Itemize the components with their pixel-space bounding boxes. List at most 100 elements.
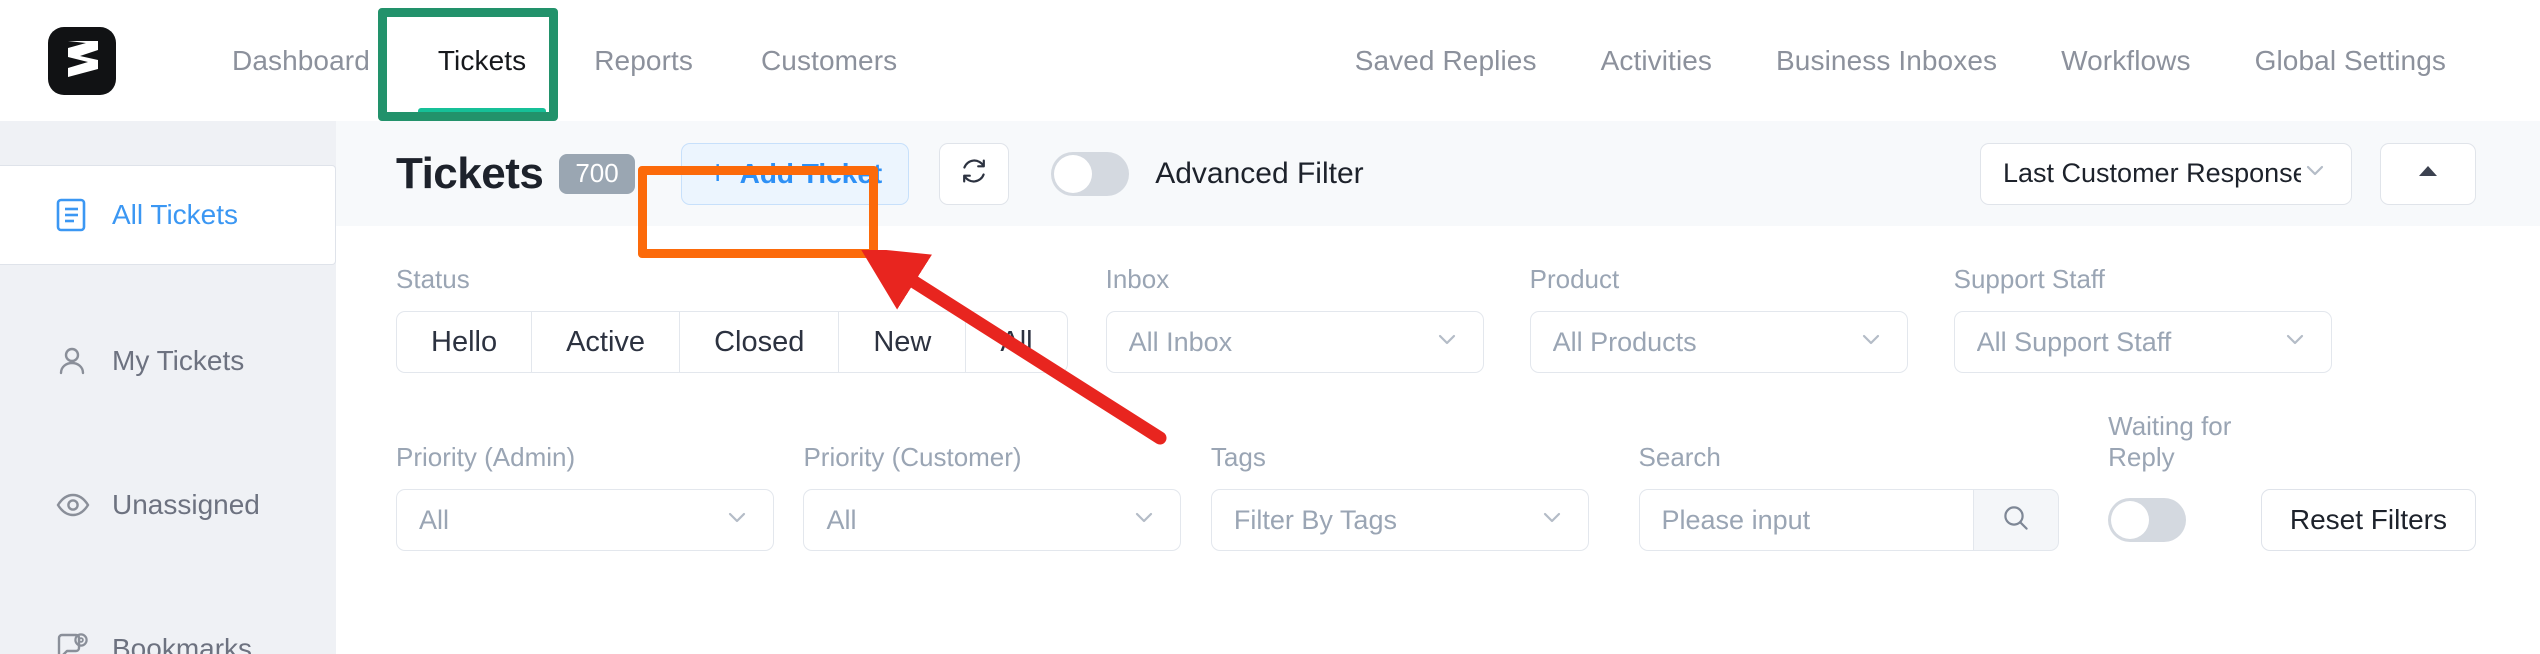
priority-customer-select[interactable]: All (803, 489, 1182, 551)
sidebar-item-unassigned[interactable]: Unassigned (0, 457, 336, 553)
primary-nav-group: Dashboard Tickets Reports Customers (198, 0, 931, 121)
sidebar-item-bookmarks[interactable]: Bookmarks (0, 601, 336, 654)
status-option-all[interactable]: All (965, 311, 1068, 373)
filter-row-2: Priority (Admin) All Priority (Customer) (396, 411, 2476, 551)
sidebar-item-label: Unassigned (112, 489, 260, 520)
nav-item-workflows[interactable]: Workflows (2029, 0, 2223, 121)
caret-up-icon (2415, 161, 2441, 186)
product-label: Product (1529, 264, 1620, 294)
tickets-toolbar: Tickets 700 + Add Ticket Advanced Filter (336, 121, 2540, 226)
reset-wrap: Reset Filters (2260, 489, 2476, 551)
refresh-button[interactable] (939, 142, 1010, 205)
inbox-label: Inbox (1105, 264, 1170, 294)
chevron-down-icon (1538, 503, 1566, 538)
priority-admin-filter: Priority (Admin) All (396, 442, 774, 551)
support-staff-select[interactable]: All Support Staff (1953, 311, 2332, 373)
status-segmented-control: Hello Active Closed New All (396, 311, 1068, 373)
add-ticket-button[interactable]: + Add Ticket (680, 142, 910, 205)
product-filter: Product All Products (1529, 264, 1908, 373)
toggle-knob (1054, 154, 1093, 193)
add-ticket-label: Add Ticket (739, 157, 883, 189)
support-staff-filter: Support Staff All Support Staff (1953, 264, 2332, 373)
sort-by-select[interactable]: Last Customer Response (1980, 142, 2352, 205)
tags-select[interactable]: Filter By Tags (1210, 489, 1589, 551)
sidebar: All Tickets My Tickets Unassigned Bookma… (0, 121, 336, 654)
priority-customer-value: All (826, 504, 857, 535)
status-option-closed[interactable]: Closed (679, 311, 839, 373)
page-body: All Tickets My Tickets Unassigned Bookma… (0, 121, 2540, 654)
app-root: Dashboard Tickets Reports Customers Save… (0, 0, 2540, 654)
top-navigation-bar: Dashboard Tickets Reports Customers Save… (0, 0, 2540, 121)
search-filter: Search (1638, 442, 2059, 551)
inbox-filter: Inbox All Inbox (1105, 264, 1484, 373)
nav-item-activities[interactable]: Activities (1569, 0, 1744, 121)
status-option-active[interactable]: Active (531, 311, 680, 373)
flowdesk-logo-icon (68, 40, 98, 77)
mention-bubble-icon (56, 633, 100, 654)
product-select[interactable]: All Products (1529, 311, 1908, 373)
status-option-hello[interactable]: Hello (396, 311, 532, 373)
sidebar-item-my-tickets[interactable]: My Tickets (0, 313, 336, 409)
chevron-down-icon (1433, 325, 1461, 360)
search-icon (2001, 503, 2031, 538)
sidebar-item-label: My Tickets (112, 345, 245, 376)
secondary-nav-group: Saved Replies Activities Business Inboxe… (1323, 0, 2478, 121)
status-option-new[interactable]: New (838, 311, 966, 373)
nav-item-global-settings[interactable]: Global Settings (2223, 0, 2478, 121)
chevron-down-icon (2301, 156, 2329, 191)
priority-customer-label: Priority (Customer) (803, 442, 1022, 472)
nav-item-tickets[interactable]: Tickets (404, 0, 560, 121)
chevron-down-icon (723, 503, 751, 538)
reset-filters-button[interactable]: Reset Filters (2260, 489, 2476, 551)
advanced-filter-toggle[interactable] (1051, 151, 1130, 196)
inbox-select[interactable]: All Inbox (1105, 311, 1484, 373)
waiting-for-reply-label: Waiting for Reply (2108, 411, 2232, 472)
search-button[interactable] (1972, 489, 2059, 551)
user-icon (56, 345, 100, 377)
refresh-icon (959, 156, 989, 191)
priority-admin-label: Priority (Admin) (396, 442, 576, 472)
priority-admin-select[interactable]: All (396, 489, 774, 551)
status-label: Status (396, 264, 470, 294)
status-filter: Status Hello Active Closed New All (396, 264, 1068, 373)
tags-label: Tags (1210, 442, 1266, 472)
waiting-for-reply-toggle[interactable] (2108, 498, 2187, 542)
sidebar-item-label: All Tickets (112, 199, 239, 230)
nav-item-business-inboxes[interactable]: Business Inboxes (1744, 0, 2029, 121)
nav-item-saved-replies[interactable]: Saved Replies (1323, 0, 1569, 121)
nav-item-reports[interactable]: Reports (560, 0, 727, 121)
sort-by-value: Last Customer Response (2003, 158, 2301, 188)
ticket-count-badge: 700 (559, 153, 635, 194)
document-list-icon (56, 198, 100, 232)
filter-row-1: Status Hello Active Closed New All Inbox (396, 264, 2476, 373)
tags-filter: Tags Filter By Tags (1210, 442, 1589, 551)
main-content: Tickets 700 + Add Ticket Advanced Filter (336, 121, 2540, 654)
waiting-toggle-wrap (2108, 489, 2261, 551)
nav-item-customers[interactable]: Customers (727, 0, 931, 121)
sidebar-item-label: Bookmarks (112, 633, 253, 654)
tags-value: Filter By Tags (1233, 504, 1397, 535)
search-label: Search (1638, 442, 1721, 472)
app-logo[interactable] (48, 26, 116, 95)
search-field-group (1638, 489, 2059, 551)
waiting-for-reply-filter: Waiting for Reply (2108, 411, 2261, 551)
advanced-filter-label: Advanced Filter (1155, 156, 1364, 190)
filter-panel: Status Hello Active Closed New All Inbox (336, 226, 2540, 551)
sidebar-item-all-tickets[interactable]: All Tickets (0, 165, 336, 265)
chevron-down-icon (1857, 325, 1885, 360)
page-title: Tickets (396, 148, 544, 198)
eye-icon (56, 491, 100, 519)
inbox-value: All Inbox (1128, 326, 1233, 357)
chevron-down-icon (1130, 503, 1158, 538)
plus-icon: + (707, 154, 728, 192)
support-staff-value: All Support Staff (1976, 326, 2172, 357)
product-value: All Products (1552, 326, 1697, 357)
chevron-down-icon (2281, 325, 2309, 360)
nav-item-dashboard[interactable]: Dashboard (198, 0, 404, 121)
support-staff-label: Support Staff (1953, 264, 2105, 294)
priority-admin-value: All (419, 504, 450, 535)
priority-customer-filter: Priority (Customer) All (803, 442, 1182, 551)
collapse-filters-button[interactable] (2380, 142, 2476, 205)
search-input[interactable] (1638, 489, 1973, 551)
toggle-knob (2111, 501, 2150, 539)
